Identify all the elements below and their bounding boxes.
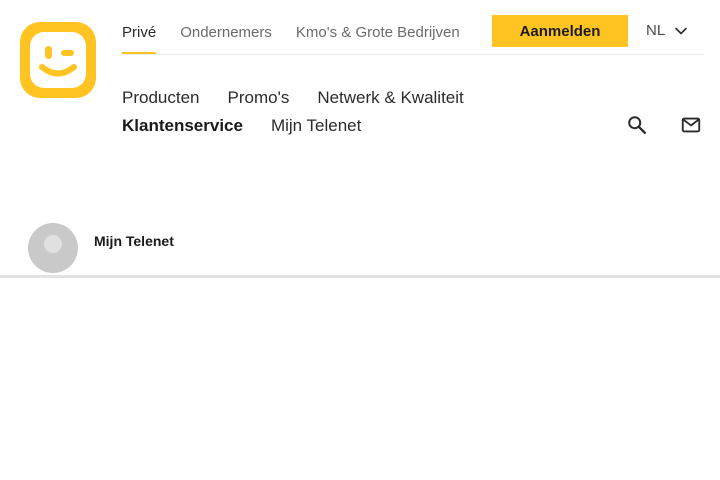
chevron-down-icon xyxy=(675,27,687,34)
main-nav-promos[interactable]: Promo's xyxy=(228,88,290,108)
main-nav-producten[interactable]: Producten xyxy=(122,88,200,108)
top-nav-divider xyxy=(122,54,704,55)
login-button[interactable]: Aanmelden xyxy=(492,15,628,47)
search-icon[interactable] xyxy=(626,114,648,136)
account-bar-divider xyxy=(0,275,720,278)
main-nav-klantenservice[interactable]: Klantenservice xyxy=(122,116,243,136)
language-label: NL xyxy=(646,22,666,39)
main-nav-row-1: Producten Promo's Netwerk & Kwaliteit xyxy=(122,88,464,108)
top-nav-prive[interactable]: Privé xyxy=(122,24,157,54)
main-nav-row-2: Klantenservice Mijn Telenet xyxy=(122,116,361,136)
top-nav-ondernemers[interactable]: Ondernemers xyxy=(180,24,272,41)
language-selector[interactable]: NL xyxy=(646,22,687,39)
main-nav-netwerk[interactable]: Netwerk & Kwaliteit xyxy=(317,88,463,108)
top-nav-kmo[interactable]: Kmo's & Grote Bedrijven xyxy=(296,24,460,41)
account-bar: Mijn Telenet xyxy=(0,222,720,274)
mail-icon[interactable] xyxy=(680,114,702,136)
avatar[interactable] xyxy=(28,223,78,273)
avatar-head xyxy=(44,235,62,253)
top-nav: Privé Ondernemers Kmo's & Grote Bedrijve… xyxy=(122,20,460,54)
breadcrumb-mijn-telenet[interactable]: Mijn Telenet xyxy=(94,233,174,249)
main-nav-mijn-telenet[interactable]: Mijn Telenet xyxy=(271,116,361,136)
telenet-logo[interactable] xyxy=(18,20,98,100)
